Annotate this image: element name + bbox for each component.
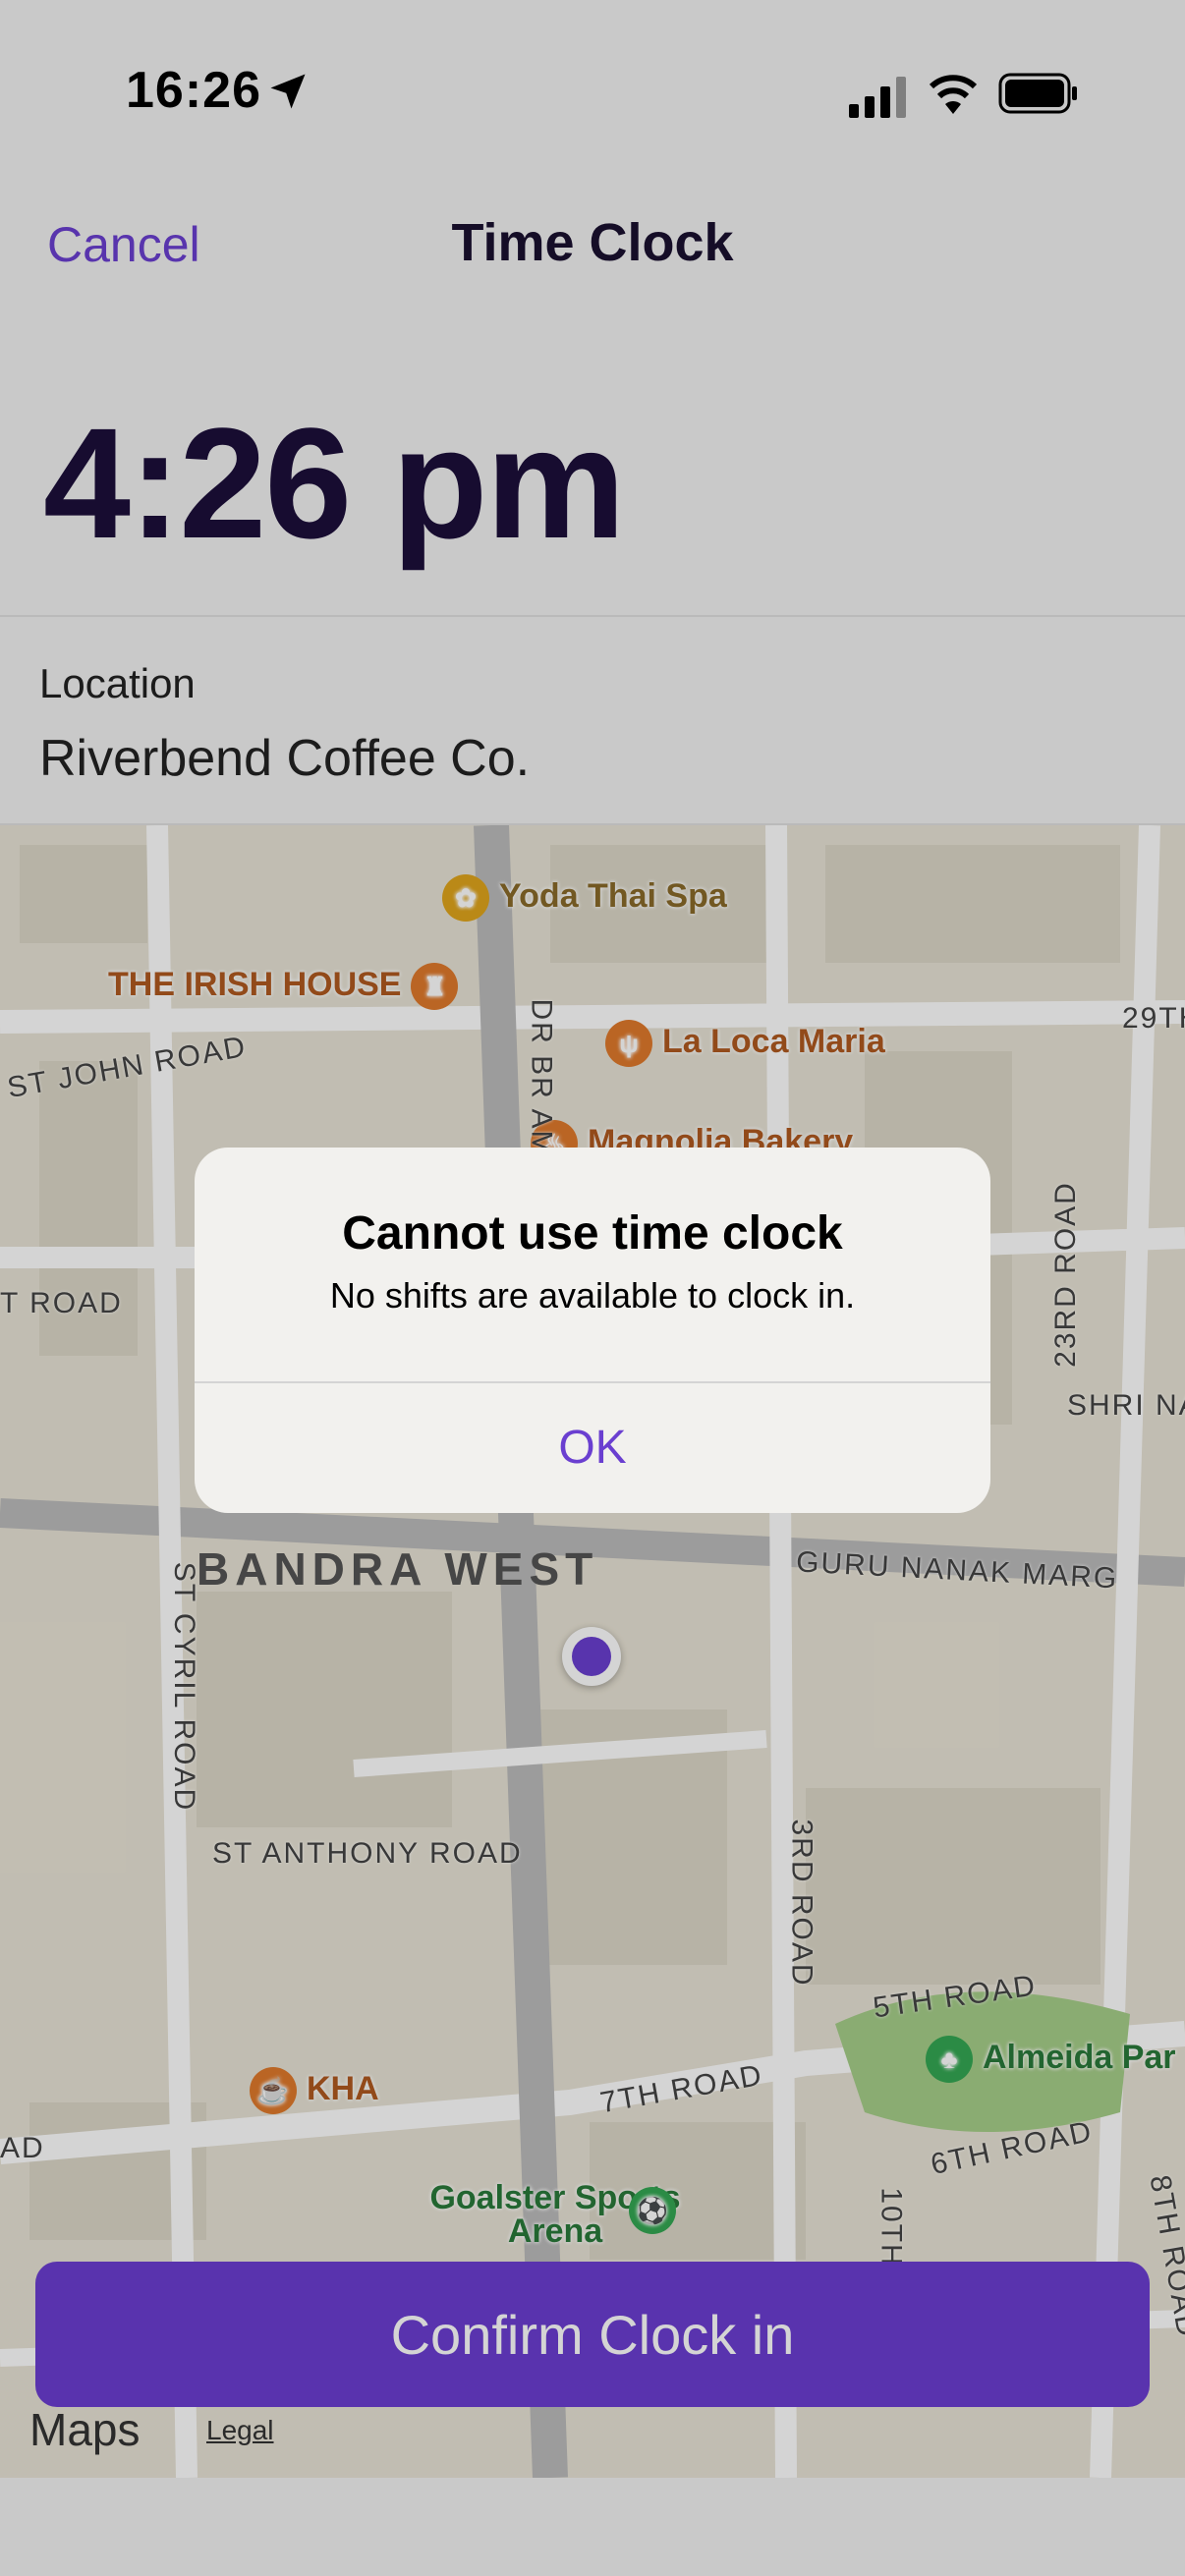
alert-ok-button[interactable]: OK — [195, 1383, 990, 1513]
alert-dialog: Cannot use time clock No shifts are avai… — [195, 1148, 990, 1513]
alert-title: Cannot use time clock — [342, 1207, 843, 1260]
alert-message: No shifts are available to clock in. — [329, 1275, 856, 1316]
